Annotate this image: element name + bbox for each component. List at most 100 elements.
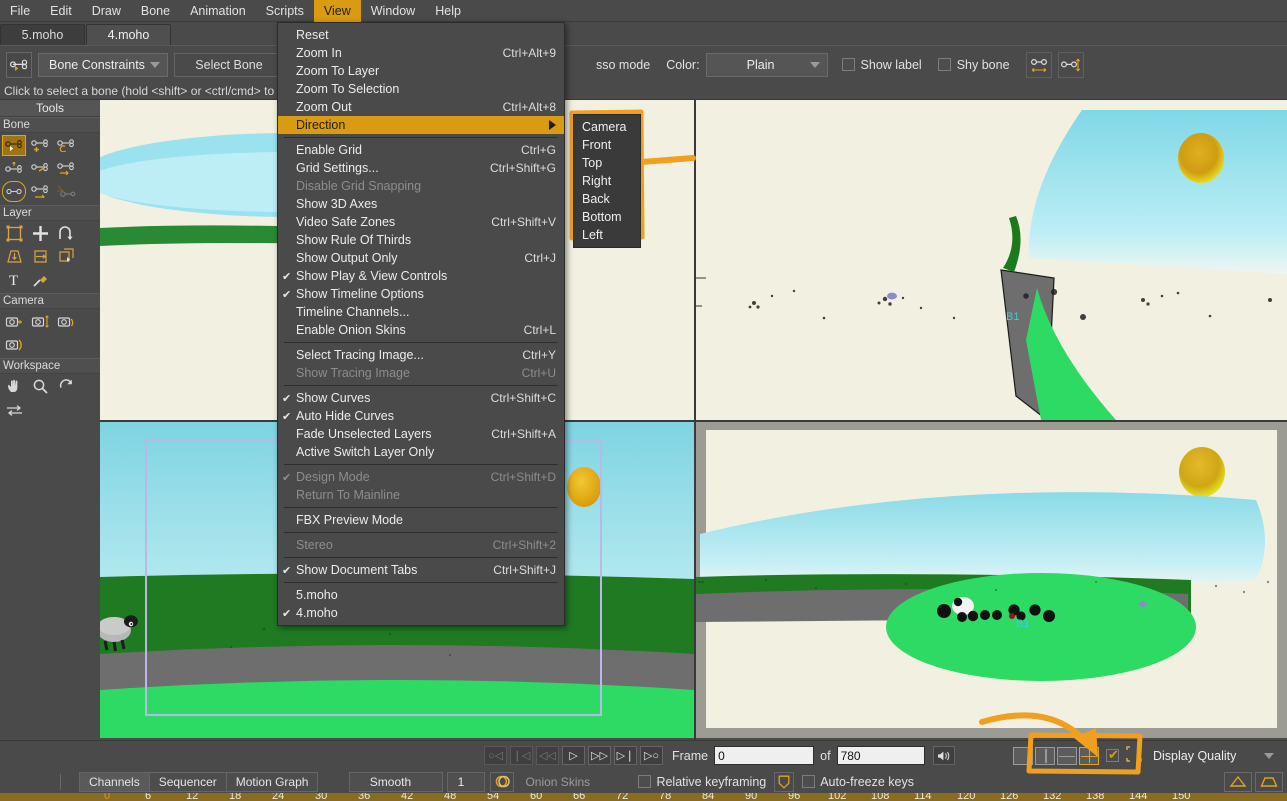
menu-item-auto-hide-curves[interactable]: ✔ Auto Hide Curves	[278, 407, 564, 425]
menu-item-show-document-tabs[interactable]: ✔ Show Document Tabs Ctrl+Shift+J	[278, 561, 564, 579]
menu-item-active-switch-layer-only[interactable]: Active Switch Layer Only	[278, 443, 564, 461]
submenu-item-left[interactable]: Left	[574, 226, 640, 244]
peak-shape-icon[interactable]	[1224, 771, 1252, 792]
loop-end-button[interactable]: ▷○	[640, 746, 663, 765]
layout-three-pane[interactable]	[1057, 746, 1077, 765]
select-bone-tool[interactable]	[2, 135, 26, 156]
bone-constraints-dropdown[interactable]: Bone Constraints	[38, 52, 168, 77]
menu-item-enable-grid[interactable]: Enable Grid Ctrl+G	[278, 141, 564, 159]
menu-item-show-curves[interactable]: ✔ Show Curves Ctrl+Shift+C	[278, 389, 564, 407]
rotate-layer-tool[interactable]	[54, 223, 78, 244]
menu-item-reset[interactable]: Reset	[278, 26, 564, 44]
layout-single[interactable]	[1013, 746, 1033, 765]
show-label-checkbox[interactable]	[841, 58, 855, 71]
orbit-workspace-tool[interactable]	[2, 399, 26, 420]
bone-height-icon[interactable]	[1057, 51, 1084, 78]
submenu-item-camera[interactable]: Camera	[574, 118, 640, 136]
total-frames-input[interactable]: 780	[836, 746, 925, 765]
menu-item-doc-4moho[interactable]: ✔ 4.moho	[278, 604, 564, 622]
menu-item-zoom-to-selection[interactable]: Zoom To Selection	[278, 80, 564, 98]
menu-item-show-timeline-options[interactable]: ✔ Show Timeline Options	[278, 285, 564, 303]
menu-item-timeline-channels[interactable]: Timeline Channels...	[278, 303, 564, 321]
color-dropdown[interactable]: Plain	[705, 52, 828, 77]
add-bone-tool[interactable]	[28, 135, 52, 156]
step-dropdown[interactable]: 1	[447, 771, 486, 792]
bounding-box-icon[interactable]	[1126, 746, 1142, 765]
menu-item-direction[interactable]: Direction	[278, 116, 564, 134]
viewport-top-right[interactable]: B1	[696, 100, 1287, 420]
menu-item-show-output-only[interactable]: Show Output Only Ctrl+J	[278, 249, 564, 267]
bone-width-icon[interactable]	[1025, 51, 1052, 78]
document-tab-5moho[interactable]: 5.moho	[0, 24, 85, 45]
submenu-item-front[interactable]: Front	[574, 136, 640, 154]
text-tool[interactable]: T	[2, 269, 26, 290]
offset-bone-tool[interactable]	[54, 158, 78, 179]
menu-item-video-safe-zones[interactable]: Video Safe Zones Ctrl+Shift+V	[278, 213, 564, 231]
shield-icon[interactable]	[774, 771, 795, 792]
manipulate-bones-tool[interactable]	[28, 158, 52, 179]
menu-item-show-rule-of-thirds[interactable]: Show Rule Of Thirds	[278, 231, 564, 249]
eyedropper-tool[interactable]	[28, 269, 52, 290]
menu-item-fade-unselected-layers[interactable]: Fade Unselected Layers Ctrl+Shift+A	[278, 425, 564, 443]
menu-item-doc-5moho[interactable]: 5.moho	[278, 586, 564, 604]
menu-draw[interactable]: Draw	[82, 0, 131, 22]
bone-strength-tool[interactable]	[2, 158, 26, 179]
reparent-bone-tool[interactable]	[54, 135, 78, 156]
submenu-item-top[interactable]: Top	[574, 154, 640, 172]
tab-motion-graph[interactable]: Motion Graph	[225, 771, 319, 792]
menu-item-zoom-out[interactable]: Zoom Out Ctrl+Alt+8	[278, 98, 564, 116]
menu-item-zoom-in[interactable]: Zoom In Ctrl+Alt+9	[278, 44, 564, 62]
loop-start-button[interactable]: ○◁	[484, 746, 507, 765]
document-tab-4moho[interactable]: 4.moho	[86, 24, 171, 45]
display-quality-dropdown[interactable]: Display Quality	[1149, 744, 1281, 768]
interpolation-dropdown[interactable]: Smooth	[349, 771, 444, 792]
menu-item-show-play-view-controls[interactable]: ✔ Show Play & View Controls	[278, 267, 564, 285]
speaker-icon[interactable]	[932, 746, 955, 765]
zoom-tool[interactable]	[28, 376, 52, 397]
flip-layer-tool[interactable]	[28, 246, 52, 267]
onion-skin-icon[interactable]	[490, 771, 515, 792]
tab-sequencer[interactable]: Sequencer	[148, 771, 227, 792]
layout-visible-checkbox[interactable]	[1106, 747, 1119, 763]
rotate-workspace-tool[interactable]	[54, 376, 78, 397]
flexi-bind-tool[interactable]	[54, 181, 78, 202]
menu-animation[interactable]: Animation	[180, 0, 256, 22]
transform-layer-tool[interactable]	[2, 223, 26, 244]
pan-tilt-camera-tool[interactable]	[2, 334, 26, 355]
roll-camera-tool[interactable]	[54, 311, 78, 332]
set-origin-tool[interactable]	[54, 246, 78, 267]
tab-channels[interactable]: Channels	[79, 771, 150, 792]
submenu-item-right[interactable]: Right	[574, 172, 640, 190]
submenu-item-back[interactable]: Back	[574, 190, 640, 208]
fast-forward-button[interactable]: ▷▷	[588, 746, 611, 765]
menu-item-show-3d-axes[interactable]: Show 3D Axes	[278, 195, 564, 213]
go-to-end-button[interactable]: ▷❘	[614, 746, 637, 765]
menu-bone[interactable]: Bone	[131, 0, 180, 22]
timeline-ruler[interactable]: 0 6 12 18 24 30 36 42 48 54 60 66 72 78 …	[0, 793, 1287, 801]
select-bone-button[interactable]: Select Bone	[174, 52, 284, 77]
onion-skins-dropdown[interactable]: Onion Skins	[519, 772, 634, 792]
bind-points-tool[interactable]	[2, 181, 26, 202]
play-button[interactable]: ▷	[562, 746, 585, 765]
menu-scripts[interactable]: Scripts	[256, 0, 314, 22]
menu-item-zoom-to-layer[interactable]: Zoom To Layer	[278, 62, 564, 80]
step-back-button[interactable]: ◁◁	[536, 746, 559, 765]
move-layer-tool[interactable]	[28, 223, 52, 244]
track-camera-tool[interactable]	[2, 311, 26, 332]
shear-layer-tool[interactable]	[2, 246, 26, 267]
layout-quad[interactable]	[1079, 746, 1099, 765]
relative-keyframing-checkbox[interactable]	[638, 775, 652, 788]
menu-window[interactable]: Window	[361, 0, 425, 22]
plateau-shape-icon[interactable]	[1255, 771, 1283, 792]
menu-item-select-tracing-image[interactable]: Select Tracing Image... Ctrl+Y	[278, 346, 564, 364]
menu-item-grid-settings[interactable]: Grid Settings... Ctrl+Shift+G	[278, 159, 564, 177]
zoom-camera-tool[interactable]	[28, 311, 52, 332]
pan-tool[interactable]	[2, 376, 26, 397]
submenu-item-bottom[interactable]: Bottom	[574, 208, 640, 226]
menu-view[interactable]: View	[313, 0, 361, 22]
menu-help[interactable]: Help	[425, 0, 471, 22]
menu-file[interactable]: File	[0, 0, 40, 22]
bind-layer-tool[interactable]	[28, 181, 52, 202]
auto-freeze-keys-checkbox[interactable]	[802, 775, 816, 788]
layout-two-columns[interactable]	[1035, 746, 1055, 765]
